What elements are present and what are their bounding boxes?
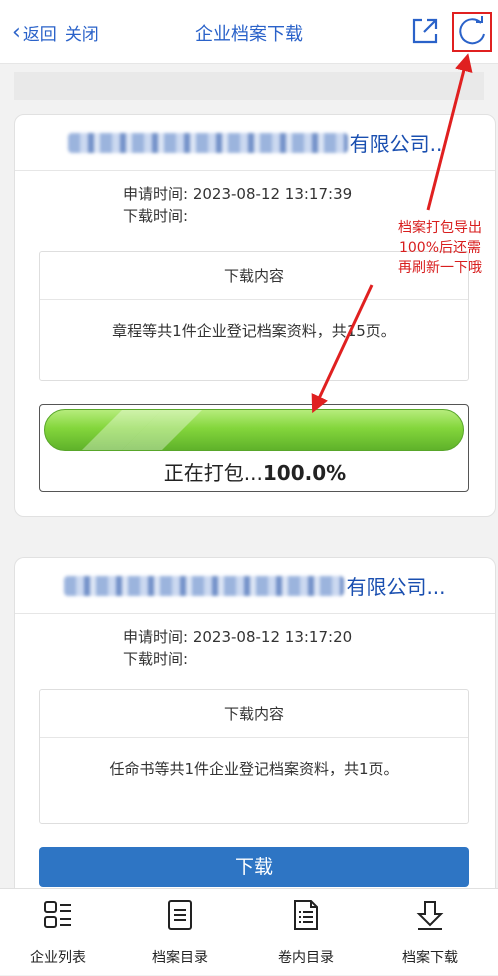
download-content-text: 章程等共1件企业登记档案资料，共15页。 bbox=[112, 322, 396, 340]
time-info: 申请时间: 2023-08-12 13:17:20 下载时间: bbox=[123, 614, 495, 670]
download-content-header: 下载内容 bbox=[40, 690, 468, 738]
record-card: 有限公司.. 申请时间: 2023-08-12 13:17:39 下载时间: 下… bbox=[14, 114, 496, 517]
bottom-tab-bar: 企业列表 档案目录 卷内目录 档案下载 bbox=[0, 888, 498, 975]
chevron-left-icon[interactable]: ‹ bbox=[12, 21, 21, 44]
tab-volume-catalog[interactable]: 卷内目录 bbox=[256, 889, 356, 976]
download-content-text: 任命书等共1件企业登记档案资料，共1页。 bbox=[109, 760, 399, 778]
tab-download[interactable]: 档案下载 bbox=[380, 889, 480, 976]
progress-bar bbox=[44, 409, 464, 451]
top-bar: ‹ 返回 关闭 企业档案下载 bbox=[0, 0, 498, 64]
company-list-icon bbox=[44, 901, 71, 928]
archive-catalog-icon bbox=[168, 900, 192, 930]
company-name[interactable]: 有限公司.. bbox=[15, 115, 495, 171]
tab-company-list[interactable]: 企业列表 bbox=[8, 889, 108, 976]
apply-time: 2023-08-12 13:17:39 bbox=[192, 185, 353, 203]
tab-label: 档案目录 bbox=[152, 950, 208, 966]
download-time-label: 下载时间: bbox=[123, 207, 189, 225]
tab-label: 档案下载 bbox=[402, 950, 458, 966]
tab-label: 卷内目录 bbox=[278, 950, 334, 966]
external-link-icon[interactable] bbox=[410, 16, 440, 46]
nav-back-close: ‹ 返回 关闭 bbox=[12, 20, 99, 45]
download-time-label: 下载时间: bbox=[123, 650, 189, 668]
annotation-note: 档案打包导出 100%后还需 再刷新一下哦 bbox=[398, 220, 482, 276]
company-suffix: 有限公司... bbox=[346, 575, 446, 599]
download-button[interactable]: 下载 bbox=[39, 847, 469, 887]
apply-time-label: 申请时间: bbox=[123, 628, 189, 646]
apply-time-label: 申请时间: bbox=[123, 185, 189, 203]
progress-label: 正在打包... bbox=[163, 461, 263, 485]
tab-archive-catalog[interactable]: 档案目录 bbox=[130, 889, 230, 976]
record-card: 有限公司... 申请时间: 2023-08-12 13:17:20 下载时间: … bbox=[14, 557, 496, 897]
download-content-box: 下载内容 任命书等共1件企业登记档案资料，共1页。 bbox=[39, 689, 469, 824]
close-button[interactable]: 关闭 bbox=[65, 20, 99, 45]
progress-text: 正在打包...100.0% bbox=[40, 457, 470, 486]
filter-bar bbox=[14, 72, 484, 100]
refresh-icon bbox=[459, 16, 485, 45]
refresh-button[interactable] bbox=[452, 12, 492, 52]
company-name[interactable]: 有限公司... bbox=[15, 558, 495, 614]
blurred-company-name bbox=[64, 575, 345, 596]
packing-progress: 正在打包...100.0% bbox=[39, 404, 469, 492]
progress-value: 100.0% bbox=[262, 461, 347, 485]
company-suffix: 有限公司.. bbox=[349, 132, 443, 156]
download-icon bbox=[416, 901, 444, 930]
tab-label: 企业列表 bbox=[30, 950, 86, 966]
blurred-company-name bbox=[67, 132, 348, 153]
volume-catalog-icon bbox=[294, 900, 318, 930]
back-button[interactable]: 返回 bbox=[23, 20, 57, 45]
apply-time: 2023-08-12 13:17:20 bbox=[192, 628, 353, 646]
